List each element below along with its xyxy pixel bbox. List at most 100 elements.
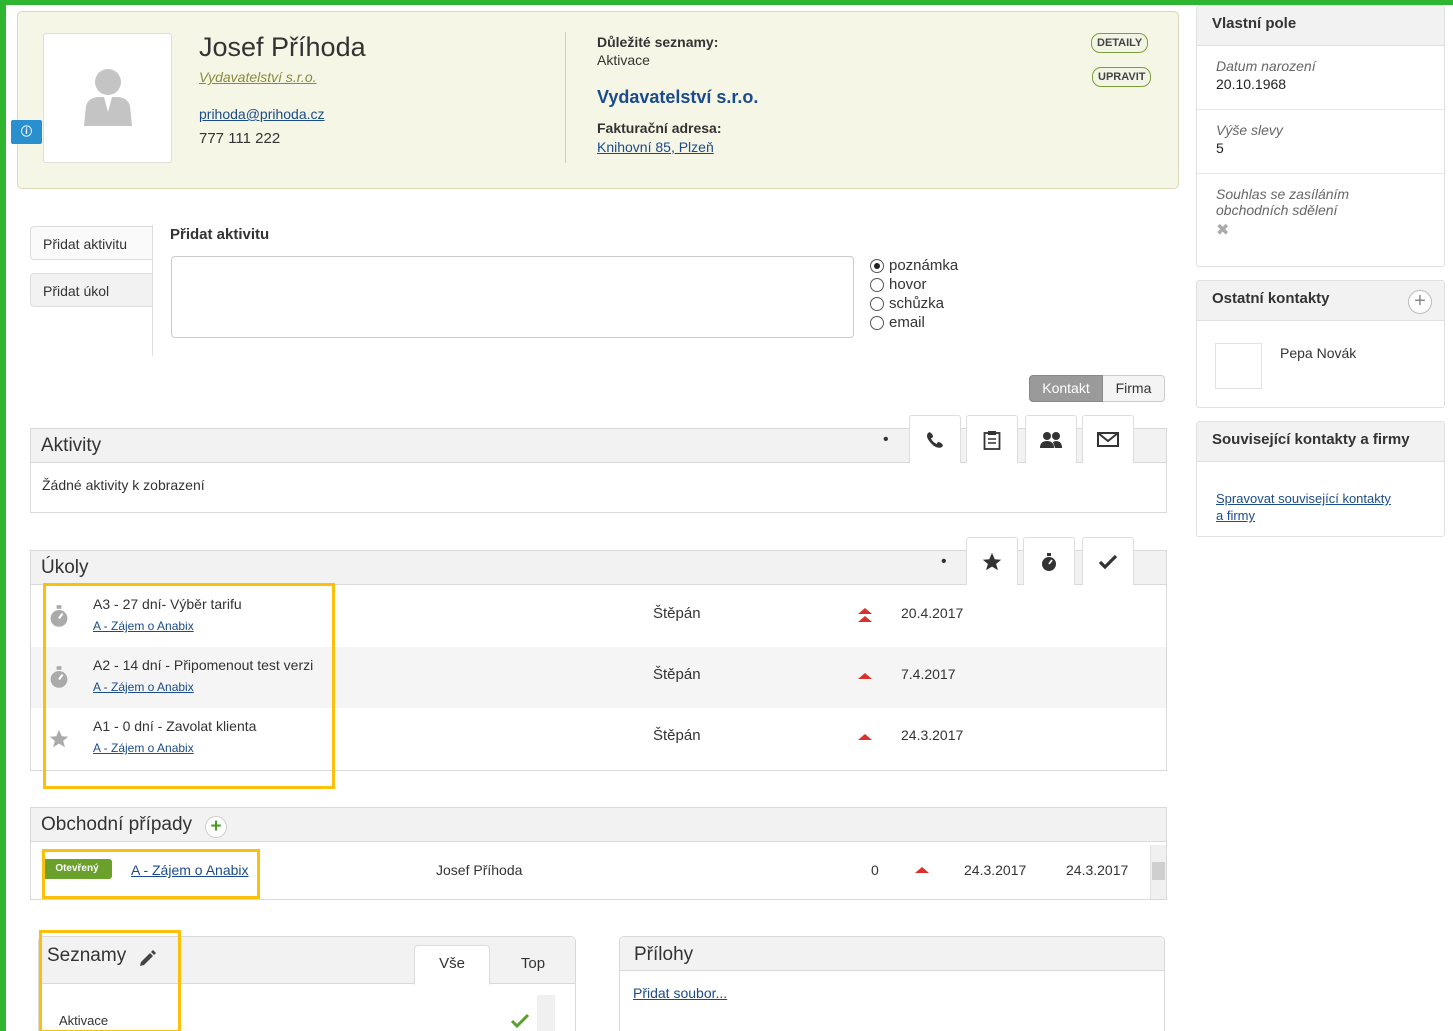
radio-button[interactable] bbox=[870, 296, 884, 311]
other-contact-name[interactable]: Pepa Novák bbox=[1280, 345, 1356, 361]
deal-link[interactable]: A - Zájem o Anabix bbox=[131, 862, 249, 878]
deals-header: Obchodní případy + bbox=[31, 808, 1166, 842]
toggle-company[interactable]: Firma bbox=[1103, 375, 1165, 402]
deals-scrollbar[interactable] bbox=[1150, 845, 1166, 899]
check-icon bbox=[510, 1013, 530, 1029]
add-activity-heading: Přidat aktivitu bbox=[170, 226, 270, 243]
stopwatch-icon bbox=[50, 605, 68, 627]
avatar bbox=[43, 33, 172, 163]
activities-empty-text: Žádné aktivity k zobrazení bbox=[42, 477, 205, 493]
stopwatch-icon bbox=[50, 666, 68, 688]
add-contact-icon[interactable]: + bbox=[1408, 290, 1432, 314]
bullet-indicator: • bbox=[883, 431, 889, 448]
manage-related-link[interactable]: Spravovat související kontakty a firmy bbox=[1216, 490, 1391, 524]
task-date: 7.4.2017 bbox=[901, 666, 956, 682]
tab-add-task[interactable]: Přidat úkol bbox=[30, 273, 152, 307]
pencil-icon[interactable] bbox=[137, 949, 157, 969]
task-row[interactable]: A2 - 14 dní - Připomenout test verzi A -… bbox=[31, 647, 1166, 708]
billing-address-label: Fakturační adresa: bbox=[597, 120, 722, 136]
deal-owner: Josef Příhoda bbox=[436, 862, 523, 878]
radio-email[interactable]: email bbox=[870, 314, 925, 331]
important-lists-value: Aktivace bbox=[597, 52, 650, 68]
deal-date-end: 24.3.2017 bbox=[1066, 862, 1129, 878]
header-divider bbox=[565, 32, 566, 163]
star-icon bbox=[49, 729, 69, 748]
field-birthdate: Datum narození 20.10.1968 bbox=[1197, 46, 1444, 110]
attachments-title: Přílohy bbox=[620, 937, 1164, 971]
check-icon[interactable] bbox=[1082, 537, 1134, 585]
form-tabs-divider bbox=[152, 225, 153, 356]
lists-header: Seznamy Vše Top bbox=[39, 937, 575, 985]
related-contacts-panel: Související kontakty a firmy Spravovat s… bbox=[1196, 421, 1445, 537]
attachments-section: Přílohy Přidat soubor... bbox=[619, 936, 1165, 1031]
contact-name: Josef Příhoda bbox=[199, 32, 366, 62]
radio-button[interactable] bbox=[870, 258, 884, 273]
scrollbar-thumb[interactable] bbox=[1152, 862, 1165, 880]
tab-all[interactable]: Vše bbox=[414, 945, 490, 985]
company-link[interactable]: Vydavatelství s.r.o. bbox=[199, 69, 317, 85]
activity-textarea[interactable] bbox=[171, 256, 854, 338]
other-contacts-panel: Ostatní kontakty + Pepa Novák bbox=[1196, 280, 1445, 408]
star-icon[interactable] bbox=[966, 537, 1018, 585]
phone-number: 777 111 222 bbox=[199, 130, 281, 147]
radio-call[interactable]: hovor bbox=[870, 276, 927, 293]
task-owner: Štěpán bbox=[653, 666, 701, 683]
add-deal-icon[interactable]: + bbox=[205, 816, 227, 838]
phone-icon[interactable] bbox=[909, 415, 961, 463]
task-title: A1 - 0 dní - Zavolat klienta bbox=[93, 718, 257, 734]
details-button[interactable]: DETAILY bbox=[1091, 33, 1149, 53]
bullet-indicator: • bbox=[941, 553, 947, 570]
related-contacts-title: Související kontakty a firmy bbox=[1197, 422, 1444, 462]
deal-amount: 0 bbox=[871, 862, 879, 878]
billing-address-link[interactable]: Knihovní 85, Plzeň bbox=[597, 139, 714, 155]
lists-scrollbar[interactable] bbox=[537, 995, 555, 1031]
tab-top[interactable]: Top bbox=[498, 945, 568, 983]
field-marketing-consent: Souhlas se zasíláním obchodních sdělení … bbox=[1197, 174, 1444, 248]
people-icon[interactable] bbox=[1025, 415, 1077, 463]
radio-button[interactable] bbox=[870, 315, 884, 330]
priority-high-icon bbox=[858, 608, 872, 622]
cross-icon: ✖ bbox=[1216, 222, 1230, 239]
task-title: A2 - 14 dní - Připomenout test verzi bbox=[93, 657, 314, 673]
task-date: 24.3.2017 bbox=[901, 727, 964, 743]
email-link[interactable]: prihoda@prihoda.cz bbox=[199, 106, 325, 122]
priority-up-icon bbox=[915, 867, 929, 873]
priority-up-icon bbox=[858, 734, 872, 740]
add-file-link[interactable]: Přidat soubor... bbox=[633, 985, 727, 1001]
task-deal-link[interactable]: A - Zájem o Anabix bbox=[93, 619, 194, 633]
task-date: 20.4.2017 bbox=[901, 605, 964, 621]
task-deal-link[interactable]: A - Zájem o Anabix bbox=[93, 741, 194, 755]
task-owner: Štěpán bbox=[653, 727, 701, 744]
tasks-header: Úkoly • bbox=[31, 537, 1166, 585]
task-owner: Štěpán bbox=[653, 605, 701, 622]
important-lists-label: Důležité seznamy: bbox=[597, 34, 719, 50]
activities-header: Aktivity • bbox=[31, 415, 1166, 463]
custom-fields-title: Vlastní pole bbox=[1197, 6, 1444, 46]
activities-section: Aktivity • Žádné aktivity k zobrazení bbox=[30, 415, 1167, 513]
task-row[interactable]: A3 - 27 dní- Výběr tarifu A - Zájem o An… bbox=[31, 586, 1166, 647]
edit-button[interactable]: UPRAVIT bbox=[1092, 67, 1152, 87]
company-title: Vydavatelství s.r.o. bbox=[597, 87, 759, 107]
radio-meeting[interactable]: schůzka bbox=[870, 295, 944, 312]
clipboard-icon[interactable] bbox=[966, 415, 1018, 463]
task-row[interactable]: A1 - 0 dní - Zavolat klienta A - Zájem o… bbox=[31, 708, 1166, 769]
person-silhouette-icon bbox=[84, 69, 132, 126]
other-contacts-title: Ostatní kontakty + bbox=[1197, 281, 1444, 321]
radio-note[interactable]: poznámka bbox=[870, 257, 958, 274]
radio-button[interactable] bbox=[870, 277, 884, 292]
list-item: Aktivace bbox=[59, 1013, 109, 1028]
tasks-section: Úkoly • A3 - 27 dní- Výběr tarifu A - Zá… bbox=[30, 537, 1167, 771]
toggle-contact[interactable]: Kontakt bbox=[1029, 375, 1103, 402]
stopwatch-icon[interactable] bbox=[1023, 537, 1075, 585]
deal-date-start: 24.3.2017 bbox=[964, 862, 1027, 878]
status-badge: Otevřený bbox=[42, 859, 112, 879]
tab-add-activity[interactable]: Přidat aktivitu bbox=[30, 226, 152, 260]
lists-section: Seznamy Vše Top Aktivace bbox=[38, 936, 576, 1031]
priority-up-icon bbox=[858, 673, 872, 679]
task-deal-link[interactable]: A - Zájem o Anabix bbox=[93, 680, 194, 694]
custom-fields-panel: Vlastní pole Datum narození 20.10.1968 V… bbox=[1196, 5, 1445, 267]
field-discount: Výše slevy 5 bbox=[1197, 110, 1444, 174]
envelope-icon[interactable] bbox=[1082, 415, 1134, 463]
info-side-tab[interactable]: ⓘ bbox=[11, 120, 42, 144]
deals-section: Obchodní případy + Otevřený A - Zájem o … bbox=[30, 807, 1167, 900]
